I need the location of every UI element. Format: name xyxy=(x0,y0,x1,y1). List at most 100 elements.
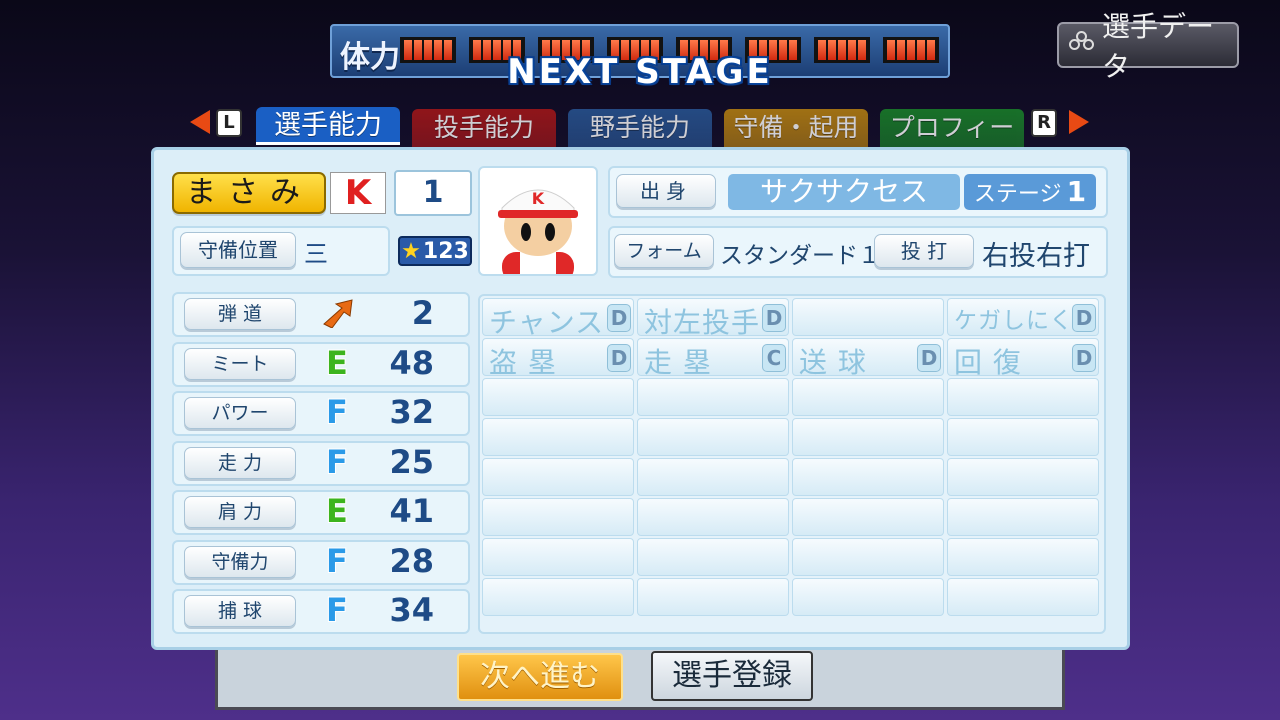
ability-label: 捕 球 xyxy=(184,595,296,627)
player-data-button-label: 選手データ xyxy=(1102,10,1215,83)
skill-slot xyxy=(947,538,1099,576)
skill-slot xyxy=(637,578,789,616)
avatar: K xyxy=(478,166,598,276)
tab-2[interactable]: 投手能力 xyxy=(412,109,556,147)
register-player-button[interactable]: 選手登録 xyxy=(651,651,813,701)
skill-grade: D xyxy=(917,344,941,372)
player-face-icon: K xyxy=(498,189,578,274)
skill-slot xyxy=(637,418,789,456)
skill-slot xyxy=(637,378,789,416)
player-data-icon xyxy=(1069,31,1096,59)
skill-slot xyxy=(482,578,634,616)
player-name: まさみ xyxy=(172,172,326,214)
stage-value: 1 xyxy=(1066,175,1087,208)
team-logo-icon: K xyxy=(330,172,386,214)
ability-value: 34 xyxy=(389,591,434,629)
ability-label: ミート xyxy=(184,347,296,380)
skill-name: 対左投手 xyxy=(644,306,761,339)
position-label: 守備位置 xyxy=(180,232,296,268)
form-label: フォーム xyxy=(614,234,714,268)
stage-box: ステージ 1 xyxy=(964,174,1096,210)
skill-slot xyxy=(637,498,789,536)
skill-name: 走 塁 xyxy=(644,346,712,379)
ability-label: 弾 道 xyxy=(184,298,296,330)
skill-slot xyxy=(792,378,944,416)
skill-grade: D xyxy=(762,304,786,332)
bottom-bar xyxy=(215,650,1065,710)
skill-grade: D xyxy=(607,344,631,372)
ability-grade: E xyxy=(326,343,348,382)
skill-slot xyxy=(482,418,634,456)
ability-value: 28 xyxy=(389,541,434,580)
r-key-icon: R xyxy=(1031,109,1057,137)
ability-value: 41 xyxy=(389,492,434,530)
ability-label: 肩 力 xyxy=(184,496,296,528)
origin-value: サクサクセス xyxy=(728,174,960,210)
skill-slot xyxy=(482,378,634,416)
star-value: 123 xyxy=(422,238,469,264)
ability-grade: F xyxy=(326,541,348,580)
bat-throw-label: 投 打 xyxy=(874,234,974,268)
player-data-button[interactable]: 選手データ xyxy=(1057,10,1239,83)
position-value: 三 xyxy=(304,240,328,268)
skill-slot xyxy=(792,498,944,536)
skill-grade: D xyxy=(607,304,631,332)
skill-name: 回 復 xyxy=(954,346,1022,379)
tab-5[interactable]: プロフィール xyxy=(880,109,1024,180)
ability-grade: F xyxy=(326,591,348,629)
skill-slot: 対左投手 D xyxy=(637,298,789,339)
skill-slot: チャンス D xyxy=(482,298,634,339)
skill-slot xyxy=(792,418,944,456)
skill-slot xyxy=(947,498,1099,536)
tab-4[interactable]: 守備・起用 xyxy=(724,109,868,147)
next-button[interactable]: 次へ進む xyxy=(457,653,623,701)
skill-grade: D xyxy=(1072,304,1096,332)
ability-value: 32 xyxy=(389,393,434,431)
skill-slot xyxy=(482,458,634,496)
tab-1[interactable]: 選手能力 xyxy=(256,107,400,145)
tab-3[interactable]: 野手能力 xyxy=(568,109,712,147)
skill-slot: ケガしにくさ D xyxy=(947,298,1099,336)
skill-slot: 回 復D xyxy=(947,338,1099,379)
ability-label: パワー xyxy=(184,397,296,429)
ability-value: 2 xyxy=(411,294,434,332)
player-panel: まさみ K 1 守備位置 三 ★ 123 K 出身 サクサクセス ステージ 1 フ… xyxy=(151,147,1130,650)
stage-label: ステージ xyxy=(973,182,1062,207)
right-arrow-icon[interactable] xyxy=(1069,110,1089,134)
skill-grade: D xyxy=(1072,344,1096,372)
star-badge: ★ 123 xyxy=(398,236,472,266)
ability-label: 守備力 xyxy=(184,545,296,578)
uniform-number: 1 xyxy=(394,170,472,216)
ability-label: 走 力 xyxy=(184,446,296,479)
skill-slot xyxy=(947,418,1099,456)
origin-label: 出身 xyxy=(616,174,716,208)
ability-grade: F xyxy=(326,442,348,481)
ability-value: 48 xyxy=(389,343,434,382)
skill-slot xyxy=(482,498,634,536)
left-arrow-icon[interactable] xyxy=(190,110,210,134)
form-value: スタンダード１ xyxy=(720,243,881,269)
skill-slot xyxy=(637,458,789,496)
svg-text:K: K xyxy=(532,189,545,208)
skill-name: 送 球 xyxy=(799,346,867,379)
skill-slot xyxy=(947,578,1099,616)
skill-slot: 送 球D xyxy=(792,338,944,379)
trajectory-arrow-icon xyxy=(322,298,356,329)
skill-slot xyxy=(792,578,944,616)
skill-slot xyxy=(947,458,1099,496)
skill-name: チャンス xyxy=(489,306,605,339)
ability-grade: E xyxy=(326,492,348,530)
skill-slot xyxy=(792,538,944,576)
skill-slot xyxy=(792,458,944,496)
skill-slot: 走 塁C xyxy=(637,338,789,379)
skill-name: 盗 塁 xyxy=(489,346,557,379)
skill-grade: C xyxy=(762,344,786,372)
star-icon: ★ xyxy=(401,238,421,264)
l-key-icon: L xyxy=(216,109,242,137)
bat-throw-value: 右投右打 xyxy=(982,241,1090,272)
ability-value: 25 xyxy=(389,442,434,481)
skill-slot: 盗 塁D xyxy=(482,338,634,379)
skill-slot xyxy=(947,378,1099,416)
ability-grade: F xyxy=(326,393,348,431)
skill-slot xyxy=(792,298,944,336)
